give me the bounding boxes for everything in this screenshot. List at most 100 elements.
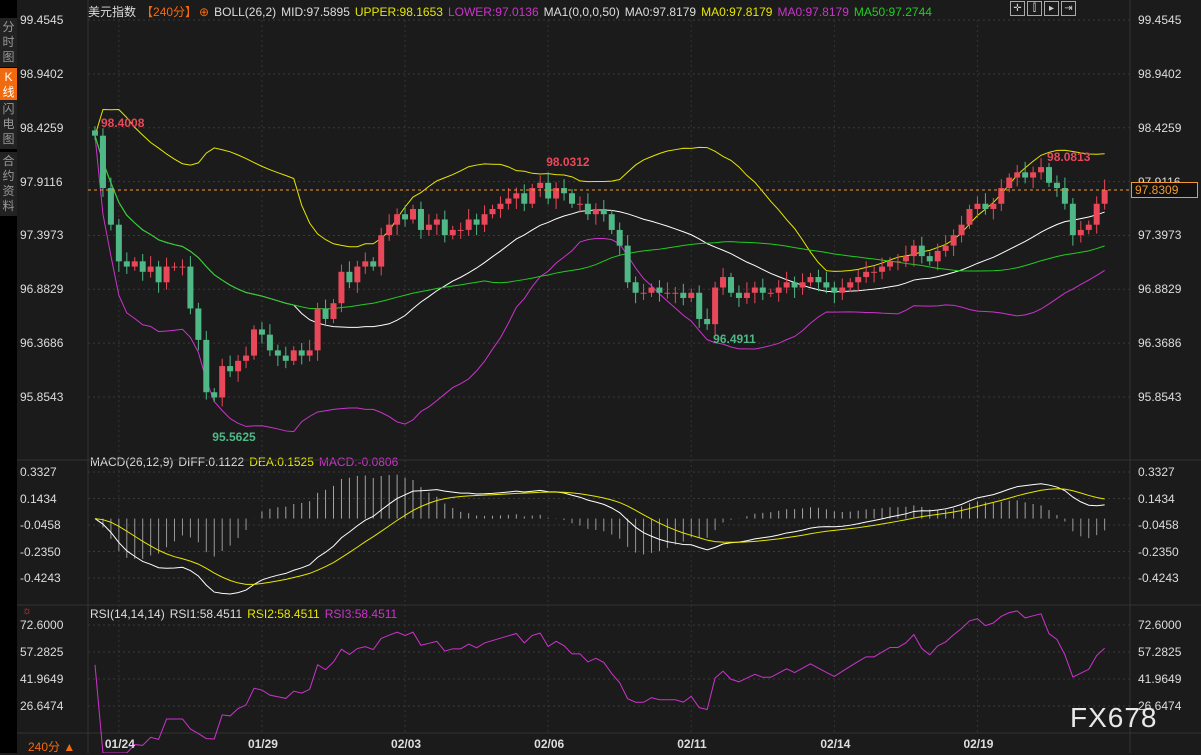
candle-body	[664, 292, 671, 294]
x-tick-label: 02/14	[820, 737, 851, 751]
candle-body	[1053, 182, 1060, 189]
candle-body	[441, 219, 448, 236]
candle-body	[902, 256, 909, 262]
candle-body	[402, 214, 409, 220]
candle-body	[545, 182, 552, 199]
candle-body	[743, 292, 750, 298]
rsi-tick: 26.6474	[20, 699, 64, 713]
candle-body	[863, 271, 870, 278]
price-tick: 95.8543	[20, 390, 64, 405]
candle-body	[505, 198, 512, 204]
candle-body	[417, 208, 424, 230]
candle-body	[107, 188, 114, 225]
candle-body	[521, 193, 528, 204]
rsi-tick: 41.9649	[20, 672, 64, 686]
candle-body	[346, 271, 353, 283]
macd-tick: -0.0458	[1138, 518, 1179, 532]
candle-body	[1006, 177, 1013, 189]
candle-body	[481, 214, 488, 225]
rsi-line	[94, 610, 1105, 753]
candle-body	[759, 287, 766, 293]
candle-body	[728, 277, 734, 293]
macd-tick: 0.3327	[1138, 465, 1175, 479]
candle-body	[855, 277, 862, 283]
candle-body	[322, 308, 329, 319]
ma50-line	[94, 135, 1105, 310]
price-tick: 96.8829	[1138, 282, 1182, 297]
candle-body	[576, 203, 583, 205]
candle-body	[942, 245, 949, 251]
candle-body	[1014, 172, 1021, 178]
high-annotation: 98.0312	[546, 155, 590, 170]
candle-body	[847, 282, 854, 288]
candle-body	[656, 287, 663, 293]
candle-body	[569, 193, 575, 204]
candle-body	[958, 224, 965, 236]
candle-body	[410, 208, 416, 220]
candle-body	[1069, 203, 1076, 236]
rsi-tick: 41.9649	[1138, 672, 1182, 686]
candle-body	[378, 235, 385, 267]
candle-body	[131, 261, 138, 267]
candle-body	[457, 229, 464, 231]
candle-body	[139, 261, 146, 272]
rsi-tick: 57.2825	[1138, 645, 1182, 659]
low-annotation: 96.4911	[713, 332, 756, 347]
candle-body	[473, 219, 480, 225]
candle-body	[513, 193, 520, 199]
candle-body	[171, 266, 178, 268]
candle-body	[298, 350, 305, 356]
candle-body	[608, 214, 615, 230]
candle-body	[910, 245, 917, 257]
watermark: FX678	[1070, 702, 1158, 733]
candle-body	[314, 308, 321, 351]
candle-body	[354, 266, 361, 283]
candle-body	[831, 287, 838, 293]
x-tick-label: 02/11	[677, 737, 707, 751]
candle-body	[871, 271, 878, 273]
candle-body	[934, 250, 941, 262]
candle-body	[211, 392, 218, 398]
candle-body	[648, 287, 655, 293]
candle-body	[274, 350, 281, 356]
candle-body	[258, 329, 265, 335]
candle-body	[1093, 203, 1100, 225]
candle-body	[187, 266, 194, 309]
candle-body	[592, 208, 599, 215]
candle-body	[712, 287, 719, 325]
candle-body	[489, 208, 496, 215]
price-tick: 96.3686	[1138, 336, 1182, 351]
x-tick-label: 02/19	[963, 737, 994, 751]
candle-body	[600, 208, 607, 215]
candle-body	[251, 329, 257, 356]
x-tick-label: 02/03	[391, 737, 422, 751]
candle-body	[370, 261, 377, 267]
candle-body	[330, 303, 337, 319]
price-tick: 97.3973	[20, 228, 64, 243]
candle-body	[680, 292, 687, 298]
macd-tick: -0.2350	[20, 544, 61, 559]
candle-body	[219, 366, 226, 398]
macd-tick: 0.3327	[20, 465, 57, 479]
candle-body	[306, 350, 313, 356]
candle-body	[783, 282, 790, 288]
candle-body	[1077, 229, 1084, 236]
candle-body	[704, 318, 711, 325]
candle-body	[386, 224, 393, 236]
candle-body	[338, 271, 345, 304]
candle-body	[839, 287, 846, 293]
candle-body	[243, 355, 250, 361]
price-tick: 95.8543	[1138, 390, 1182, 405]
candle-body	[282, 355, 289, 361]
candle-body	[640, 292, 647, 294]
macd-tick: 0.1434	[20, 491, 57, 506]
candle-body	[950, 235, 957, 246]
candle-body	[926, 256, 933, 262]
period-selector[interactable]: 240分 ▲	[28, 738, 75, 755]
candle-body	[433, 219, 440, 225]
x-tick-label: 01/24	[104, 737, 135, 751]
candle-body	[1101, 190, 1108, 204]
boll-lower-line	[94, 135, 1105, 433]
candle-body	[266, 334, 273, 351]
candle-body	[894, 261, 901, 263]
